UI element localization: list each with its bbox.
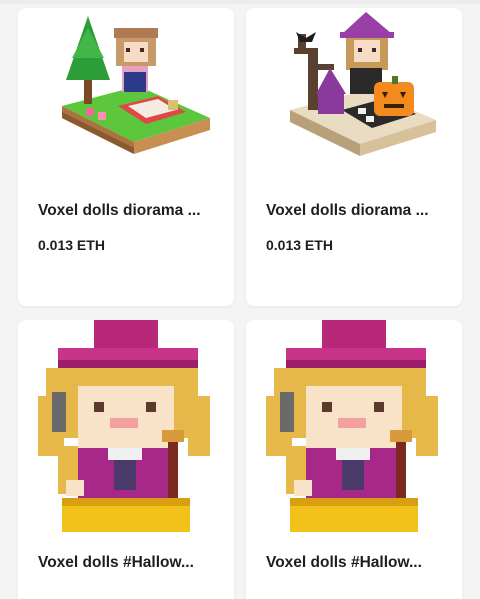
card-title[interactable]: Voxel dolls diorama ... [38,202,222,220]
card-price: 0.013 ETH [266,237,333,253]
voxel-doll-witch-image[interactable] [246,320,462,532]
nft-card[interactable]: Voxel dolls diorama ... 0.013 ETH [18,8,234,306]
top-divider [0,0,480,4]
card-price: 0.013 ETH [38,237,105,253]
nft-card[interactable]: Voxel dolls diorama ... 0.013 ETH [246,8,462,306]
nft-card[interactable]: Voxel dolls #Hallow... [246,320,462,599]
card-title[interactable]: Voxel dolls #Hallow... [38,554,222,572]
voxel-doll-halloween-diorama-image[interactable] [246,8,462,178]
voxel-doll-witch-image[interactable] [18,320,234,532]
nft-card[interactable]: Voxel dolls #Hallow... [18,320,234,599]
card-title[interactable]: Voxel dolls #Hallow... [266,554,450,572]
voxel-doll-picnic-diorama-image[interactable] [18,8,234,178]
card-title[interactable]: Voxel dolls diorama ... [266,202,450,220]
